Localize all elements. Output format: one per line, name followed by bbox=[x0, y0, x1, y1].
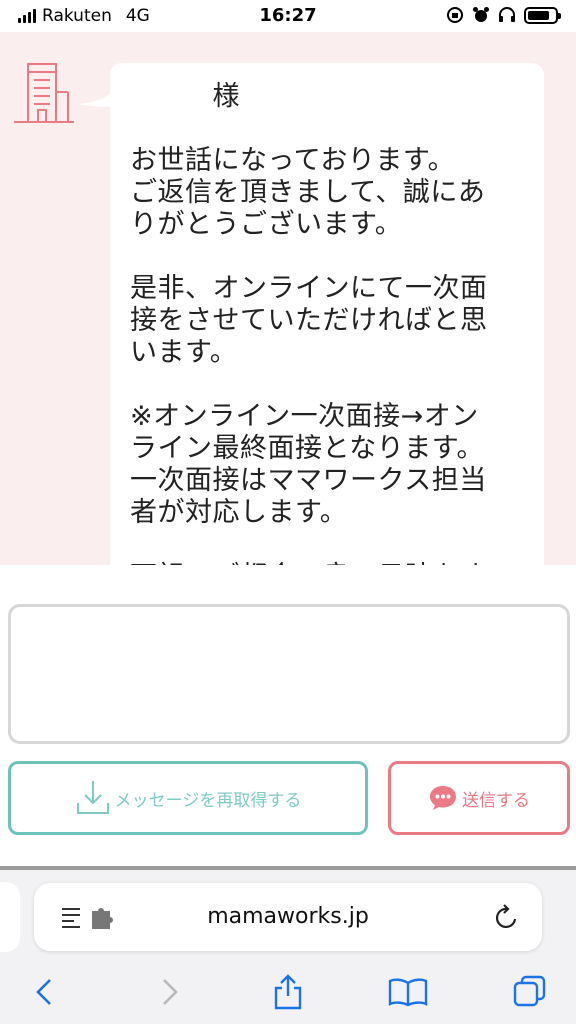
alarm-icon bbox=[473, 7, 489, 22]
send-label: 送信する bbox=[462, 790, 530, 811]
bookmarks-button[interactable] bbox=[388, 972, 428, 1012]
download-icon bbox=[76, 781, 109, 814]
back-icon bbox=[36, 979, 51, 1005]
message-text: 様 お世話になっております。 ご返信を頂きまして、誠にあ りがとうございます。 … bbox=[130, 81, 488, 565]
building-icon bbox=[14, 63, 74, 123]
refetch-label: メッセージを再取得する bbox=[114, 790, 302, 811]
browser-chrome: mamaworks.jp bbox=[0, 870, 576, 1024]
back-button[interactable] bbox=[24, 972, 64, 1012]
share-button[interactable] bbox=[268, 972, 308, 1012]
tabs-icon bbox=[513, 975, 546, 1007]
headphones-icon bbox=[499, 7, 515, 22]
url-text: mamaworks.jp bbox=[207, 904, 369, 929]
send-button[interactable]: 送信する bbox=[388, 761, 570, 835]
forward-button[interactable] bbox=[150, 972, 190, 1012]
status-icons bbox=[446, 6, 561, 24]
status-bar: Rakuten 4G 16:27 bbox=[0, 0, 576, 32]
tabs-button[interactable] bbox=[510, 972, 550, 1012]
refetch-messages-button[interactable]: メッセージを再取得する bbox=[8, 761, 368, 835]
forward-icon bbox=[163, 979, 178, 1005]
share-icon bbox=[274, 974, 302, 1010]
browser-toolbar bbox=[0, 966, 576, 1016]
chat-bubble-icon bbox=[430, 786, 456, 810]
battery-icon bbox=[524, 6, 561, 24]
chat-thread[interactable]: 様 お世話になっております。 ご返信を頂きまして、誠にあ りがとうございます。 … bbox=[0, 32, 576, 565]
orientation-lock-icon bbox=[447, 7, 463, 23]
address-bar[interactable]: mamaworks.jp bbox=[34, 883, 542, 951]
compose-area: メッセージを再取得する 送信する bbox=[0, 565, 576, 868]
message-bubble: 様 お世話になっております。 ご返信を頂きまして、誠にあ りがとうございます。 … bbox=[110, 63, 544, 565]
message-input[interactable] bbox=[8, 604, 570, 744]
previous-tab-preview[interactable] bbox=[0, 882, 20, 952]
reload-icon[interactable] bbox=[494, 903, 520, 931]
bookmarks-icon bbox=[388, 978, 428, 1007]
